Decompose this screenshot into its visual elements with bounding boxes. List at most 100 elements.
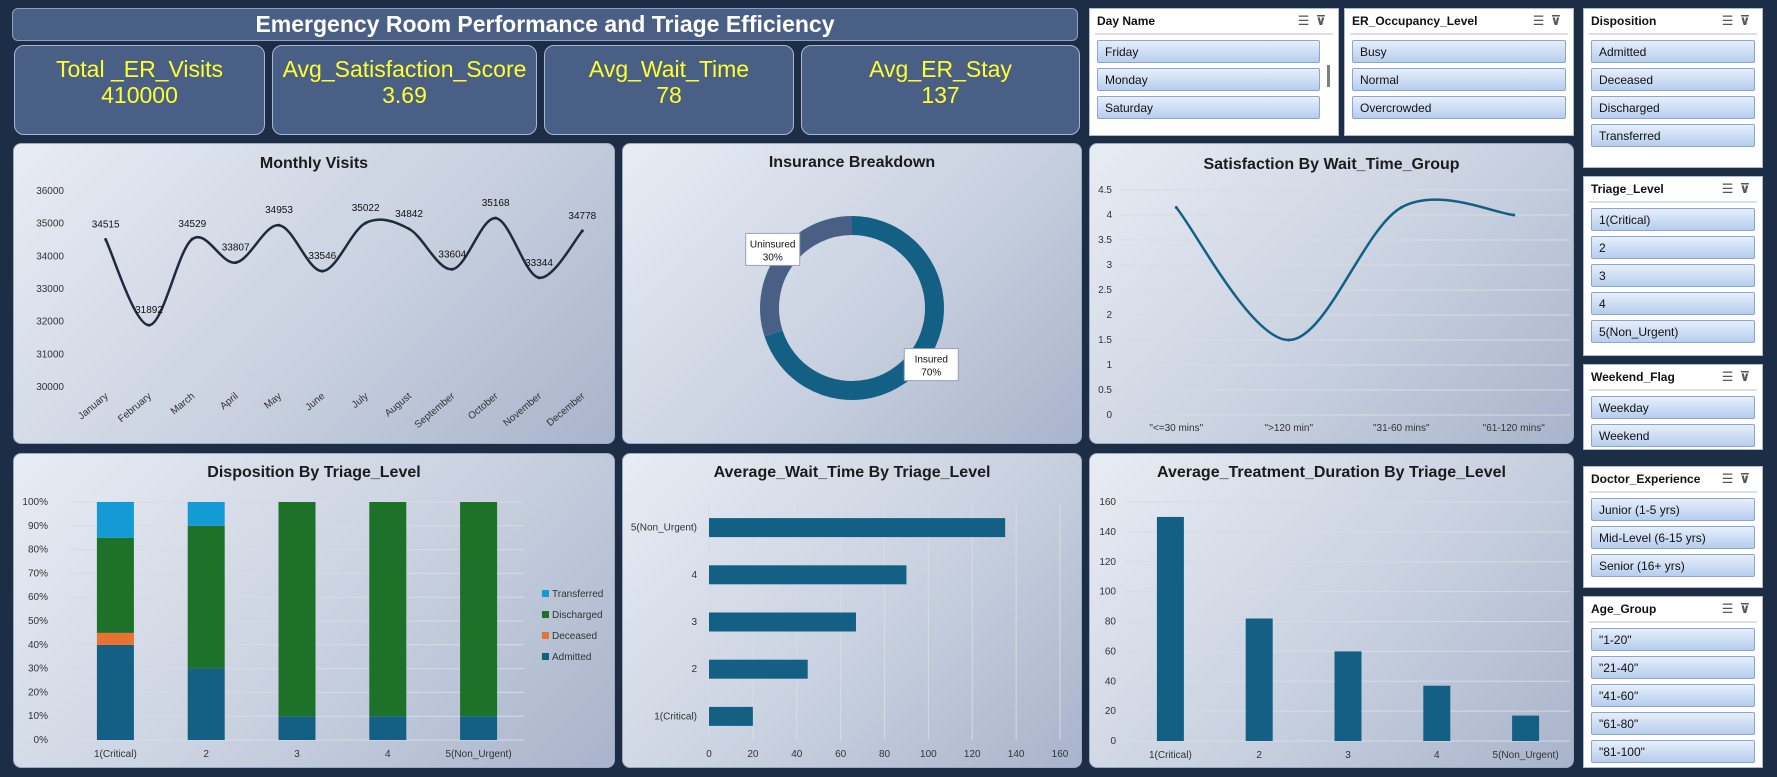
x-tick-label: 120 bbox=[964, 749, 981, 760]
clear-filter-icon[interactable]: ⊽ bbox=[1315, 13, 1332, 28]
slicer-item[interactable]: Deceased bbox=[1591, 68, 1755, 91]
x-tick-label: 60 bbox=[835, 749, 847, 760]
slicer-item[interactable]: "41-60" bbox=[1591, 684, 1755, 707]
clear-filter-icon[interactable]: ⊽ bbox=[1739, 369, 1756, 384]
data-label: 33604 bbox=[438, 249, 466, 260]
y-tick-label: 70% bbox=[28, 568, 48, 579]
y-tick-label: 10% bbox=[28, 711, 48, 722]
disposition-panel: Disposition By Triage_Level 0% 10% 20% 30% 4… bbox=[13, 453, 615, 768]
slicer-item[interactable]: 2 bbox=[1591, 236, 1755, 259]
data-point bbox=[104, 238, 108, 242]
wait-time-panel: Average_Wait_Time By Triage_Level 0 20 40 6… bbox=[622, 453, 1082, 768]
x-tick-label: 20 bbox=[747, 749, 759, 760]
slicer-item[interactable]: Monday bbox=[1097, 68, 1320, 91]
clear-filter-icon[interactable]: ⊽ bbox=[1739, 13, 1756, 28]
data-point bbox=[1399, 206, 1403, 209]
y-tick-label: 80 bbox=[1105, 617, 1117, 628]
bar bbox=[709, 706, 753, 726]
slicer-item[interactable]: 4 bbox=[1591, 292, 1755, 315]
y-tick-label: 1.5 bbox=[1098, 335, 1112, 346]
slicer-day-name[interactable]: Day Name ☰⊽ Friday Monday Saturday bbox=[1089, 8, 1339, 136]
y-tick-label: 40 bbox=[1105, 676, 1117, 687]
slicer-item[interactable]: 5(Non_Urgent) bbox=[1591, 320, 1755, 343]
x-tick-label: August bbox=[383, 391, 414, 420]
slicer-item[interactable]: "61-80" bbox=[1591, 712, 1755, 735]
y-tick-label: 3 bbox=[1106, 260, 1112, 271]
data-label: 31892 bbox=[135, 305, 163, 316]
slicer-item[interactable]: "1-20" bbox=[1591, 628, 1755, 651]
slicer-title: Age_Group bbox=[1591, 602, 1657, 616]
x-tick-label: February bbox=[116, 391, 154, 425]
kpi-avg-wait-time: Avg_Wait_Time 78 bbox=[544, 45, 794, 135]
y-tick-label: 20 bbox=[1105, 706, 1117, 717]
data-point bbox=[450, 267, 454, 271]
slicer-item[interactable]: "81-100" bbox=[1591, 740, 1755, 763]
slicer-item[interactable]: Busy bbox=[1352, 40, 1566, 63]
multi-select-icon[interactable]: ☰ bbox=[1298, 13, 1316, 28]
slicer-item[interactable]: Friday bbox=[1097, 40, 1320, 63]
data-label: Uninsured bbox=[750, 239, 796, 250]
bar-segment bbox=[460, 502, 498, 717]
slicer-occupancy[interactable]: ER_Occupancy_Level ☰⊽ Busy Normal Overcr… bbox=[1344, 8, 1574, 136]
slicer-item[interactable]: Saturday bbox=[1097, 96, 1320, 119]
scrollbar[interactable] bbox=[1327, 65, 1330, 87]
bar bbox=[1156, 516, 1184, 741]
slicer-item[interactable]: Overcrowded bbox=[1352, 96, 1566, 119]
multi-select-icon[interactable]: ☰ bbox=[1722, 471, 1740, 486]
multi-select-icon[interactable]: ☰ bbox=[1722, 601, 1740, 616]
data-point bbox=[364, 221, 368, 225]
x-tick-label: April bbox=[218, 391, 240, 412]
multi-select-icon[interactable]: ☰ bbox=[1722, 181, 1740, 196]
slicer-item[interactable]: Weekday bbox=[1591, 396, 1755, 419]
slicer-title: Disposition bbox=[1591, 14, 1657, 28]
slicer-item[interactable]: Normal bbox=[1352, 68, 1566, 91]
slicer-disposition[interactable]: Disposition ☰⊽ Admitted Deceased Dischar… bbox=[1583, 8, 1763, 168]
slicer-item[interactable]: 1(Critical) bbox=[1591, 208, 1755, 231]
multi-select-icon[interactable]: ☰ bbox=[1722, 13, 1740, 28]
clear-filter-icon[interactable]: ⊽ bbox=[1739, 471, 1756, 486]
y-tick-label: 100% bbox=[22, 497, 48, 508]
clear-filter-icon[interactable]: ⊽ bbox=[1739, 181, 1756, 196]
slicer-weekend-flag[interactable]: Weekend_Flag ☰⊽ Weekday Weekend bbox=[1583, 364, 1763, 450]
multi-select-icon[interactable]: ☰ bbox=[1722, 369, 1740, 384]
monthly-visits-chart: 30000 31000 32000 33000 34000 35000 36000 34515… bbox=[36, 186, 596, 431]
data-label: 34953 bbox=[265, 205, 293, 216]
x-tick-label: 160 bbox=[1052, 749, 1069, 760]
slicer-item[interactable]: Junior (1-5 yrs) bbox=[1591, 498, 1755, 521]
slicer-doctor-experience[interactable]: Doctor_Experience ☰⊽ Junior (1-5 yrs) Mi… bbox=[1583, 466, 1763, 588]
x-tick-label: 3 bbox=[294, 749, 300, 760]
x-tick-label: 100 bbox=[920, 749, 937, 760]
x-tick-label: May bbox=[262, 391, 284, 412]
x-tick-label: 80 bbox=[879, 749, 891, 760]
data-point bbox=[190, 237, 194, 241]
legend-label: Discharged bbox=[552, 610, 603, 621]
slicer-item[interactable]: "21-40" bbox=[1591, 656, 1755, 679]
slicer-item[interactable]: Discharged bbox=[1591, 96, 1755, 119]
x-tick-label: 140 bbox=[1008, 749, 1025, 760]
slicer-item[interactable]: Admitted bbox=[1591, 40, 1755, 63]
clear-filter-icon[interactable]: ⊽ bbox=[1550, 13, 1567, 28]
slicer-item[interactable]: Transferred bbox=[1591, 124, 1755, 147]
slicer-triage-level[interactable]: Triage_Level ☰⊽ 1(Critical) 2 3 4 5(Non_… bbox=[1583, 176, 1763, 356]
multi-select-icon[interactable]: ☰ bbox=[1533, 13, 1551, 28]
disposition-stacked-chart: 0% 10% 20% 30% 40% 50% 60% 70% 80% 90% 100% 1(Criti… bbox=[22, 497, 603, 760]
x-tick-label: October bbox=[466, 390, 501, 422]
y-tick-label: 0.5 bbox=[1098, 385, 1112, 396]
slicer-item[interactable]: Mid-Level (6-15 yrs) bbox=[1591, 526, 1755, 549]
slicer-age-group[interactable]: Age_Group ☰⊽ "1-20" "21-40" "41-60" "61-… bbox=[1583, 596, 1763, 768]
data-label: 34529 bbox=[178, 219, 206, 230]
y-tick-label: 4 bbox=[691, 570, 697, 581]
slicer-item[interactable]: Weekend bbox=[1591, 424, 1755, 447]
data-label: 33807 bbox=[222, 243, 250, 254]
slicer-item[interactable]: Senior (16+ yrs) bbox=[1591, 554, 1755, 577]
x-tick-label: 40 bbox=[791, 749, 803, 760]
clear-filter-icon[interactable]: ⊽ bbox=[1739, 601, 1756, 616]
data-point bbox=[580, 229, 584, 233]
x-tick-label: November bbox=[502, 390, 545, 429]
y-tick-label: 34000 bbox=[36, 251, 64, 262]
x-tick-label: 2 bbox=[203, 749, 209, 760]
slicer-item[interactable]: 3 bbox=[1591, 264, 1755, 287]
bar-segment bbox=[187, 502, 225, 526]
monthly-visits-panel: Monthly Visits 30000 31000 32000 33000 34000… bbox=[13, 143, 615, 444]
data-point bbox=[277, 223, 281, 227]
